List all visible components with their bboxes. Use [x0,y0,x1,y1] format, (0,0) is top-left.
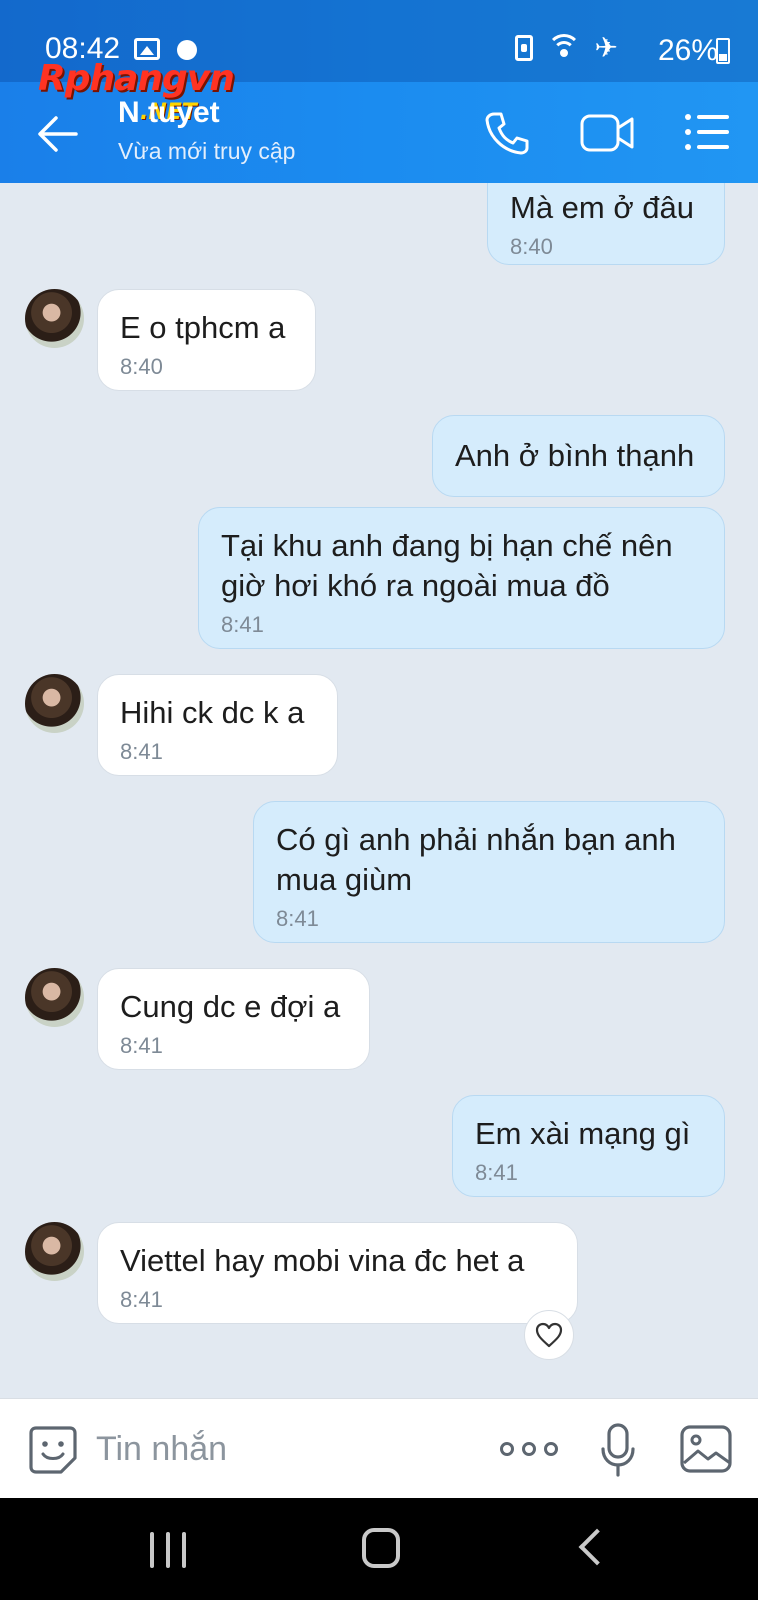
contact-avatar[interactable] [25,289,84,348]
app-header: 08:42 ✈ 26% Rphangvn .NET N tuyet Vừa mớ… [0,0,758,183]
image-gallery-icon[interactable] [680,1425,732,1473]
message-composer [0,1398,758,1498]
message-text: Cung dc e đợi a [120,989,341,1024]
message-time: 8:41 [120,739,163,764]
chat-message-list[interactable]: Mà em ở đâu 8:40 E o tphcm a 8:40 Anh ở … [0,183,758,1398]
message-outgoing[interactable]: Tại khu anh đang bị hạn chế nên giờ hơi … [198,507,725,649]
message-outgoing[interactable]: Em xài mạng gì 8:41 [452,1095,725,1197]
airplane-icon: ✈ [594,32,618,63]
contact-avatar[interactable] [25,1222,84,1281]
message-text: Em xài mạng gì [475,1116,691,1151]
status-icons: ✈ [514,32,618,63]
home-icon[interactable] [362,1528,400,1568]
message-outgoing[interactable]: Anh ở bình thạnh [432,415,725,497]
message-outgoing[interactable]: Có gì anh phải nhắn bạn anh mua giùm 8:4… [253,801,725,943]
gallery-icon [134,38,160,60]
message-incoming[interactable]: E o tphcm a 8:40 [97,289,316,391]
video-call-icon[interactable] [580,112,636,154]
message-text: Viettel hay mobi vina đc het a [120,1243,525,1278]
contact-avatar[interactable] [25,968,84,1027]
contact-status: Vừa mới truy cập [118,138,296,164]
message-time: 8:41 [120,1033,163,1058]
sticker-emoji-icon[interactable] [28,1425,78,1475]
message-incoming[interactable]: Hihi ck dc k a 8:41 [97,674,338,776]
message-text: Tại khu anh đang bị hạn chế nên giờ hơi … [221,528,673,603]
message-outgoing[interactable]: Mà em ở đâu 8:40 [487,183,725,265]
back-arrow-icon[interactable] [36,112,80,156]
message-text: E o tphcm a [120,310,286,345]
system-navigation-bar [0,1498,758,1600]
microphone-icon[interactable] [600,1423,636,1477]
recent-apps-icon[interactable] [150,1532,186,1568]
chat-bubble-icon [177,40,197,60]
message-text: Hihi ck dc k a [120,695,305,730]
battery-icon [716,38,730,64]
watermark-logo: Rphangvn [38,58,235,99]
message-time: 8:40 [510,234,553,259]
contact-avatar[interactable] [25,674,84,733]
message-time: 8:41 [120,1287,163,1312]
contact-name[interactable]: N tuyet [118,96,220,130]
message-text: Có gì anh phải nhắn bạn anh mua giùm [276,822,676,897]
heart-icon [535,1322,563,1348]
phone-call-icon[interactable] [482,108,532,158]
nav-back-icon[interactable] [578,1528,616,1566]
message-input[interactable] [96,1419,476,1479]
message-time: 8:40 [120,354,163,379]
message-time: 8:41 [221,612,264,637]
more-options-icon[interactable] [500,1437,558,1461]
message-incoming[interactable]: Viettel hay mobi vina đc het a 8:41 [97,1222,578,1324]
message-incoming[interactable]: Cung dc e đợi a 8:41 [97,968,370,1070]
wifi-icon [546,34,581,62]
message-time: 8:41 [475,1160,518,1185]
battery-percentage: 26% [657,34,718,67]
message-time: 8:41 [276,906,319,931]
battery-saver-icon [514,35,533,61]
menu-list-icon[interactable] [684,112,730,152]
message-text: Mà em ở đâu [510,190,695,225]
message-text: Anh ở bình thạnh [455,438,695,473]
react-heart-button[interactable] [524,1310,574,1360]
